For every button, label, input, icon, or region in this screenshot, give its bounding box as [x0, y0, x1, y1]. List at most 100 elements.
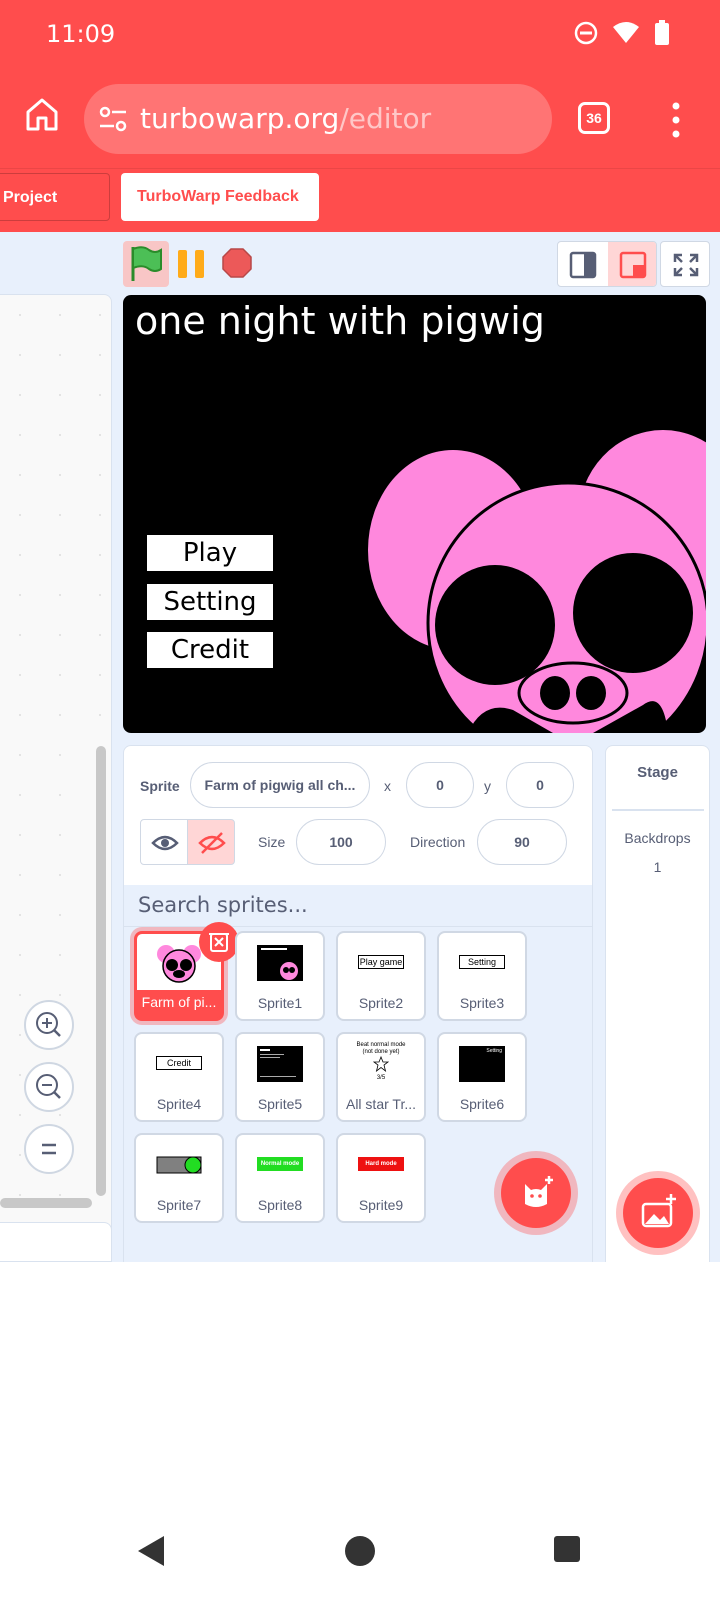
sprite-info-panel: Sprite Farm of pigwig all ch... x 0 y 0 …: [123, 745, 593, 885]
url-text: turbowarp.org/editor: [140, 102, 431, 135]
pigwig-thumbnail: [157, 945, 201, 983]
sprite-tile-label: Sprite5: [257, 1096, 303, 1112]
zoom-out-button[interactable]: [24, 1062, 74, 1112]
x-label: x: [384, 778, 391, 794]
backdrops-count: 1: [653, 859, 662, 875]
delete-sprite-button[interactable]: [199, 922, 239, 962]
image-plus-icon: [641, 1194, 676, 1228]
star-icon: [372, 1055, 390, 1073]
workspace-vertical-scrollbar[interactable]: [96, 746, 106, 1196]
zoom-reset-icon: [42, 1143, 56, 1155]
credit-button[interactable]: Credit: [145, 630, 275, 670]
show-sprite-button[interactable]: [140, 819, 188, 865]
stop-icon[interactable]: [222, 248, 252, 278]
stage-panel-divider: [612, 809, 704, 811]
sprite-tile-label: Sprite7: [156, 1197, 202, 1213]
fullscreen-button[interactable]: [660, 241, 710, 287]
sprite4-thumbnail: Credit: [156, 1056, 202, 1070]
stage-title: one night with pigwig: [135, 299, 545, 343]
zoom-out-icon: [36, 1074, 61, 1099]
browser-toolbar: turbowarp.org/editor 36: [0, 72, 720, 168]
url-host: turbowarp.org: [140, 102, 340, 135]
sprite-tile-label: Sprite2: [358, 995, 404, 1011]
green-flag-icon: [131, 246, 162, 281]
workspace-horizontal-scrollbar[interactable]: [0, 1198, 92, 1208]
wifi-icon: [613, 22, 639, 43]
do-not-disturb-icon: [574, 21, 598, 45]
sprite-tile-label: Farm of pi...: [141, 994, 217, 1010]
project-page-button[interactable]: Project Page: [0, 173, 110, 254]
direction-label: Direction: [410, 834, 466, 850]
sprite-tile-sprite6[interactable]: Setting Sprite6: [437, 1032, 527, 1122]
sprite-tile-label: Sprite3: [459, 995, 505, 1011]
sprite-tile-sprite7[interactable]: Sprite7: [134, 1133, 224, 1223]
x-field[interactable]: 0: [406, 762, 474, 808]
sprite-name-label: Sprite: [140, 778, 180, 794]
sprite-search-bar[interactable]: Search sprites...: [123, 885, 593, 927]
sprite-list: Farm of pi... Sprite1 Play game Sprite2 …: [123, 922, 593, 1262]
zoom-reset-button[interactable]: [24, 1124, 74, 1174]
allstar-thumbnail: Beat normal mode (not done yet) 3/5: [348, 1042, 414, 1082]
status-time: 11:09: [46, 20, 116, 48]
sprite-tile-sprite9[interactable]: Hard mode Sprite9: [336, 1133, 426, 1223]
add-sprite-button[interactable]: [501, 1158, 571, 1228]
size-label: Size: [258, 834, 286, 850]
sprite-tile-farm-of-pigwig[interactable]: Farm of pi...: [134, 922, 239, 1021]
large-stage-icon: [619, 251, 647, 279]
stage-panel-title: Stage: [637, 764, 678, 781]
sprite6-thumbnail: Setting: [459, 1046, 505, 1082]
system-navigation-bar: [0, 1520, 720, 1600]
sprite-tile-sprite8[interactable]: Normal mode Sprite8: [235, 1133, 325, 1223]
small-stage-button[interactable]: [558, 242, 608, 286]
site-settings-icon[interactable]: [98, 106, 128, 132]
direction-field[interactable]: 90: [477, 819, 567, 865]
sprite1-thumbnail: [257, 945, 303, 981]
feedback-button[interactable]: TurboWarp Feedback: [121, 173, 319, 221]
sprite-tile-all-star[interactable]: Beat normal mode (not done yet) 3/5 All …: [336, 1032, 426, 1122]
status-bar: 11:09: [0, 0, 720, 72]
sprite-tile-sprite5[interactable]: Sprite5: [235, 1032, 325, 1122]
backdrops-label: Backdrops: [624, 830, 691, 846]
battery-icon: [655, 20, 669, 45]
home-nav-icon[interactable]: [343, 1534, 377, 1568]
sprite-tile-label: Sprite9: [358, 1197, 404, 1213]
sprite-tile-label: Sprite4: [156, 1096, 202, 1112]
large-stage-button[interactable]: [608, 242, 656, 286]
zoom-in-button[interactable]: [24, 1000, 74, 1050]
setting-button[interactable]: Setting: [145, 582, 275, 622]
editor-menu-bar: Project Page TurboWarp Feedback: [0, 168, 720, 254]
address-bar[interactable]: turbowarp.org/editor: [84, 84, 552, 154]
size-field[interactable]: 100: [296, 819, 386, 865]
url-path: /editor: [339, 102, 432, 135]
trash-icon: [209, 933, 229, 952]
hide-sprite-button[interactable]: [187, 819, 235, 865]
back-icon[interactable]: [134, 1534, 168, 1568]
sprite6-thumbnail-text: Setting: [486, 1048, 502, 1054]
y-label: y: [484, 778, 491, 794]
sprite-search-input[interactable]: Search sprites...: [138, 893, 308, 917]
play-game-button[interactable]: Play game: [145, 533, 275, 604]
stage-canvas[interactable]: one night with pigwig Play game Setting …: [123, 295, 706, 733]
stage-layout-toggle: [557, 241, 657, 287]
sprite-tile-sprite2[interactable]: Play game Sprite2: [336, 931, 426, 1021]
sprite-tile-sprite4[interactable]: Credit Sprite4: [134, 1032, 224, 1122]
green-flag-button[interactable]: [123, 241, 169, 287]
status-icons: [574, 20, 670, 46]
sprite9-thumbnail: Hard mode: [358, 1157, 404, 1171]
more-menu-icon[interactable]: [668, 100, 684, 140]
allstar-line3: 3/5: [376, 1075, 386, 1081]
home-icon[interactable]: [24, 96, 60, 132]
workspace-footer: [0, 1222, 112, 1262]
cat-plus-icon: [525, 1176, 553, 1207]
pause-icon[interactable]: [176, 250, 206, 278]
sprite8-thumbnail: Normal mode: [257, 1157, 303, 1171]
sprite-name-field[interactable]: Farm of pigwig all ch...: [190, 762, 370, 808]
sprite-tile-sprite1[interactable]: Sprite1: [235, 931, 325, 1021]
tab-count-button[interactable]: 36: [578, 102, 610, 134]
sprite-tile-sprite3[interactable]: Setting Sprite3: [437, 931, 527, 1021]
sprite-tile-label: Sprite6: [459, 1096, 505, 1112]
allstar-line1: Beat normal mode: [356, 1042, 406, 1048]
y-field[interactable]: 0: [506, 762, 574, 808]
add-backdrop-button[interactable]: [623, 1178, 693, 1248]
recents-icon[interactable]: [552, 1534, 582, 1564]
